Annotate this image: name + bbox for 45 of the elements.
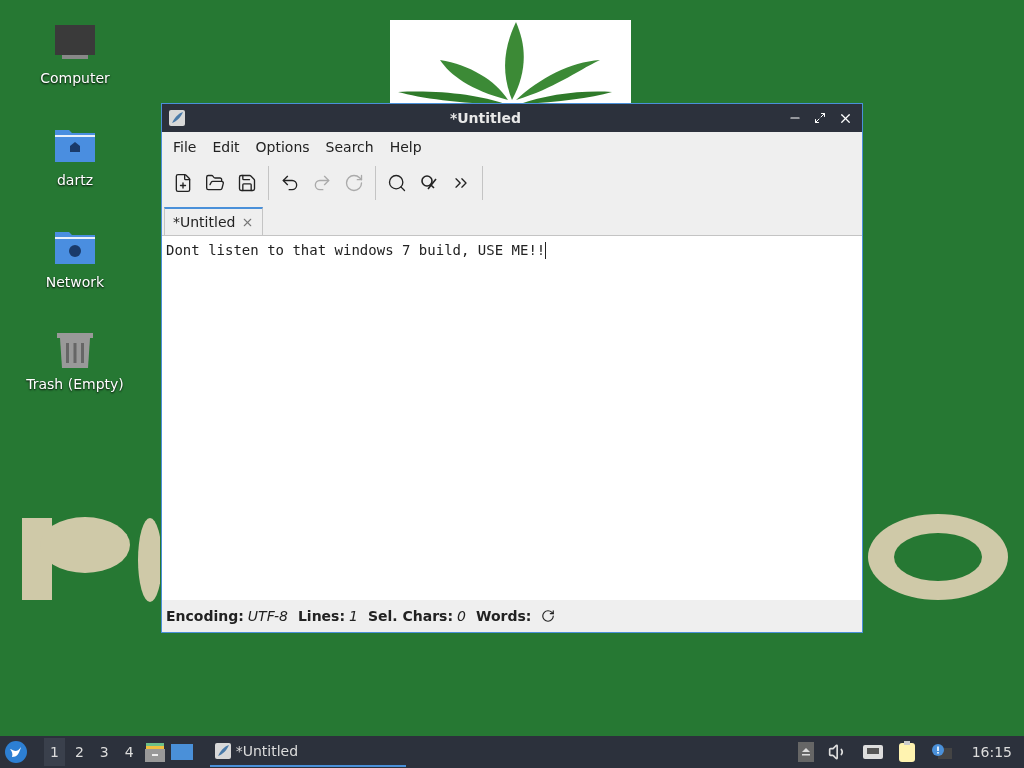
- status-value: 1: [349, 608, 358, 624]
- text-editor[interactable]: Dont listen to that windows 7 build, USE ME!!: [162, 236, 862, 600]
- text-cursor: [545, 242, 547, 259]
- new-file-icon: [173, 173, 193, 193]
- redo-icon: [312, 173, 332, 193]
- desktop-icon-label[interactable]: Trash (Empty): [26, 376, 124, 392]
- search-icon: [387, 173, 407, 193]
- undo-icon: [280, 173, 300, 193]
- notification-icon[interactable]: [929, 743, 952, 761]
- folder-icon: [205, 173, 225, 193]
- file-cabinet-icon[interactable]: [143, 741, 166, 763]
- menu-item[interactable]: File: [166, 136, 204, 158]
- window-icon[interactable]: [169, 742, 194, 762]
- workspace-button[interactable]: 2: [68, 738, 90, 766]
- status-value: 0: [457, 608, 466, 624]
- eject-icon[interactable]: [797, 742, 814, 762]
- network-port-icon[interactable]: [861, 743, 884, 761]
- status-label: Lines:: [297, 608, 346, 624]
- clipboard-icon[interactable]: [897, 741, 916, 763]
- window-title: *Untitled: [448, 110, 523, 126]
- desktop-icon-label[interactable]: dartz: [56, 172, 94, 188]
- clock[interactable]: 16:15: [971, 744, 1012, 760]
- editor-text: Dont listen to that windows 7 build, USE ME!!: [166, 242, 546, 258]
- status-label: Encoding:: [166, 608, 244, 624]
- workspace-button[interactable]: 1: [44, 738, 65, 766]
- desktop-icon-label[interactable]: Network: [45, 274, 105, 290]
- status-label: Words:: [475, 608, 532, 624]
- workspace-button[interactable]: 3: [93, 738, 115, 766]
- workspace-button[interactable]: 4: [118, 738, 140, 766]
- status-value: UTF-8: [247, 608, 288, 624]
- feather-icon: [168, 109, 186, 127]
- start-menu-icon[interactable]: [4, 740, 28, 764]
- maximize-icon: [814, 112, 826, 124]
- desktop-icon-label[interactable]: Computer: [40, 70, 110, 86]
- taskbar-task[interactable]: *Untitled: [209, 737, 406, 767]
- feather-icon: [213, 742, 232, 760]
- menu-item[interactable]: Search: [318, 136, 381, 158]
- reload-icon: [344, 173, 364, 193]
- menu-item[interactable]: Edit: [205, 136, 247, 158]
- menu-item[interactable]: Help: [382, 136, 429, 158]
- document-tab[interactable]: *Untitled: [164, 207, 264, 235]
- menu-item[interactable]: Options: [248, 136, 317, 158]
- status-label: Sel. Chars:: [367, 608, 454, 624]
- refresh-icon[interactable]: [541, 609, 556, 623]
- save-icon: [237, 173, 257, 193]
